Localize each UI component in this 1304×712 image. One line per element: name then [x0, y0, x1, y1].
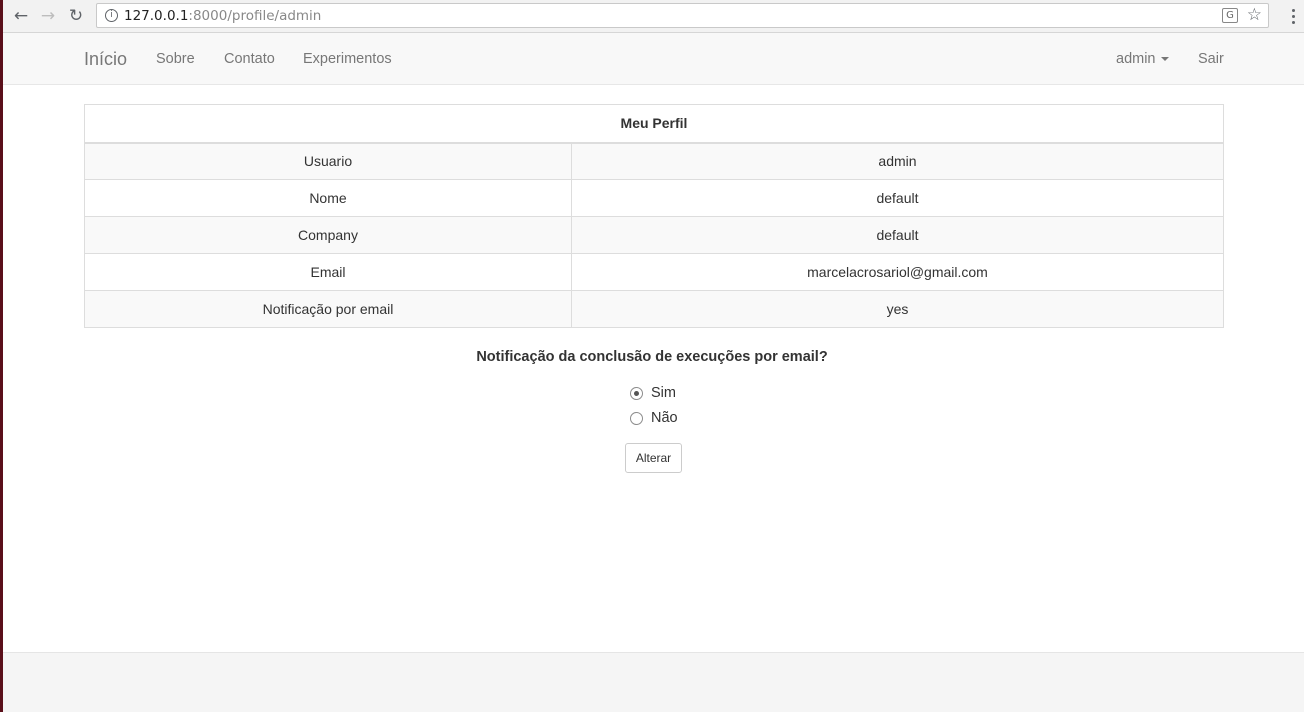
nav-link-sobre[interactable]: Sobre [156, 51, 195, 67]
row-label: Company [84, 216, 572, 254]
row-label: Notificação por email [84, 290, 572, 328]
forward-arrow-icon[interactable]: → [37, 6, 59, 26]
profile-table: Meu Perfil Usuario admin Nome default Co… [84, 104, 1224, 328]
radio-sim[interactable] [630, 386, 643, 400]
radio-option-nao[interactable]: Não [630, 410, 678, 426]
browser-toolbar: ← → ↻ i 127.0.0.1:8000/profile/admin G ☆ [3, 0, 1304, 33]
browser-menu-icon[interactable] [1290, 6, 1296, 26]
app-navbar: Início Sobre Contato Experimentos admin … [3, 33, 1304, 85]
table-row: Usuario admin [84, 142, 1224, 180]
row-value: marcelacrosariol@gmail.com [571, 253, 1224, 291]
logout-link[interactable]: Sair [1198, 51, 1224, 67]
page-footer [3, 652, 1304, 712]
user-menu-dropdown[interactable]: admin [1116, 51, 1169, 67]
caret-down-icon [1160, 57, 1169, 62]
user-menu-label: admin [1116, 51, 1156, 67]
url-path: :8000/profile/admin [188, 8, 322, 24]
bookmark-star-icon[interactable]: ☆ [1247, 5, 1262, 25]
row-value: default [571, 179, 1224, 217]
table-row: Notificação por email yes [84, 290, 1224, 328]
url-host: 127.0.0.1 [124, 8, 189, 24]
brand-home-link[interactable]: Início [84, 49, 127, 70]
url-text[interactable]: 127.0.0.1:8000/profile/admin [124, 8, 321, 24]
row-label: Email [84, 253, 572, 291]
back-arrow-icon[interactable]: ← [10, 6, 32, 26]
table-row: Company default [84, 216, 1224, 254]
translate-icon[interactable]: G [1222, 8, 1238, 23]
radio-nao-label[interactable]: Não [651, 410, 678, 426]
row-label: Nome [84, 179, 572, 217]
nav-link-experimentos[interactable]: Experimentos [303, 51, 392, 67]
table-row: Email marcelacrosariol@gmail.com [84, 253, 1224, 291]
info-icon[interactable]: i [105, 9, 118, 22]
address-bar[interactable]: i 127.0.0.1:8000/profile/admin G ☆ [96, 3, 1269, 28]
radio-option-sim[interactable]: Sim [630, 385, 676, 401]
table-row: Nome default [84, 179, 1224, 217]
profile-table-title: Meu Perfil [84, 104, 1224, 144]
alterar-button[interactable]: Alterar [625, 443, 682, 473]
notification-question: Notificação da conclusão de execuções po… [476, 349, 828, 365]
radio-nao[interactable] [630, 411, 643, 425]
row-value: yes [571, 290, 1224, 328]
radio-sim-label[interactable]: Sim [651, 385, 676, 401]
row-value: default [571, 216, 1224, 254]
reload-icon[interactable]: ↻ [65, 6, 87, 26]
nav-link-contato[interactable]: Contato [224, 51, 275, 67]
row-value: admin [571, 142, 1224, 180]
row-label: Usuario [84, 142, 572, 180]
